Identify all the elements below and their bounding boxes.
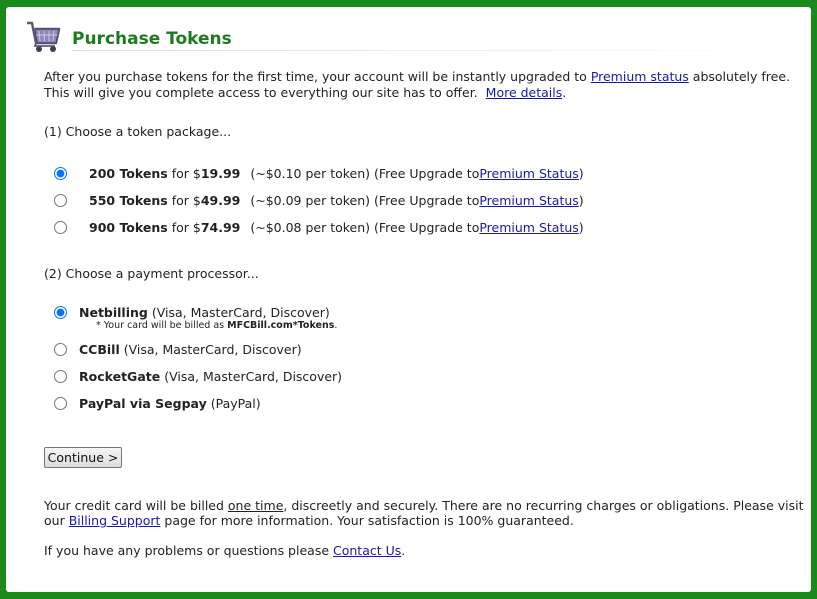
package-close: )	[578, 165, 584, 181]
billing-text: Your credit card will be billed	[44, 498, 228, 513]
processor-name: CCBill	[79, 341, 120, 357]
billing-text: , discreetly and securely. There are no …	[283, 498, 804, 513]
intro-line1-end: absolutely free.	[688, 69, 791, 84]
contact-end: .	[401, 543, 406, 558]
header: Purchase Tokens	[22, 15, 792, 55]
package-close: )	[578, 219, 584, 235]
processor-name: RocketGate	[79, 368, 161, 384]
processor-option-paypal[interactable]: PayPal via Segpay (PayPal)	[52, 393, 261, 413]
intro-line2-end: .	[562, 85, 567, 100]
processor-option-ccbill[interactable]: CCBill (Visa, MasterCard, Discover)	[52, 339, 302, 359]
package-price: 49.99	[200, 192, 241, 208]
premium-status-link[interactable]: Premium Status	[479, 220, 578, 235]
processor-radio-ccbill[interactable]	[54, 342, 67, 356]
package-price: 74.99	[200, 219, 241, 235]
premium-status-link[interactable]: Premium status	[591, 69, 689, 84]
intro-text: After you purchase tokens for the first …	[44, 69, 804, 101]
purchase-panel: Purchase Tokens After you purchase token…	[6, 7, 811, 592]
package-option-200[interactable]: 200 Tokens for $19.99 (~$0.10 per token) …	[52, 163, 584, 183]
package-radio-200[interactable]	[54, 166, 67, 180]
package-for: for $	[171, 192, 201, 208]
package-radio-900[interactable]	[54, 220, 67, 234]
netbilling-note: * Your card will be billed as MFCBill.co…	[96, 320, 337, 331]
processor-radio-netbilling[interactable]	[54, 305, 67, 319]
one-time-text: one time	[227, 498, 284, 513]
processor-name: Netbilling	[79, 304, 148, 320]
package-price: 19.99	[200, 165, 241, 181]
processor-cards: (Visa, MasterCard, Discover)	[151, 304, 330, 320]
intro-line2-text: This will give you complete access to ev…	[44, 85, 478, 100]
processor-name: PayPal via Segpay	[79, 395, 207, 411]
billing-text: page for more information. Your satisfac…	[160, 513, 574, 528]
package-radio-550[interactable]	[54, 193, 67, 207]
contact-text: If you have any problems or questions pl…	[44, 543, 804, 558]
package-amount: 900 Tokens	[89, 219, 168, 235]
page-title: Purchase Tokens	[72, 29, 232, 49]
premium-status-link[interactable]: Premium Status	[479, 166, 578, 181]
processor-cards: (Visa, MasterCard, Discover)	[123, 341, 302, 357]
contact-prefix: If you have any problems or questions pl…	[44, 543, 333, 558]
note-end: .	[334, 320, 338, 331]
billing-support-link[interactable]: Billing Support	[69, 513, 161, 528]
more-details-link[interactable]: More details	[486, 85, 563, 100]
package-close: )	[578, 192, 584, 208]
note-billing-name: MFCBill.com*Tokens	[227, 320, 335, 331]
processor-option-rocketgate[interactable]: RocketGate (Visa, MasterCard, Discover)	[52, 366, 342, 386]
contact-us-link[interactable]: Contact Us	[333, 543, 401, 558]
processor-radio-paypal[interactable]	[54, 396, 67, 410]
package-amount: 550 Tokens	[89, 192, 168, 208]
package-per-token: (~$0.10 per token) (Free Upgrade to	[250, 165, 480, 181]
package-per-token: (~$0.09 per token) (Free Upgrade to	[250, 192, 480, 208]
package-option-900[interactable]: 900 Tokens for $74.99 (~$0.08 per token) …	[52, 217, 584, 237]
processor-option-netbilling[interactable]: Netbilling (Visa, MasterCard, Discover)	[52, 302, 330, 322]
step2-label: (2) Choose a payment processor...	[44, 266, 259, 281]
processor-cards: (PayPal)	[210, 395, 261, 411]
package-amount: 200 Tokens	[89, 165, 168, 181]
header-divider	[72, 50, 792, 51]
processor-cards: (Visa, MasterCard, Discover)	[164, 368, 343, 384]
step1-label: (1) Choose a token package...	[44, 124, 232, 139]
premium-status-link[interactable]: Premium Status	[479, 193, 578, 208]
package-for: for $	[171, 219, 201, 235]
shopping-cart-icon	[27, 21, 61, 52]
intro-line1-text: After you purchase tokens for the first …	[44, 69, 591, 84]
continue-button[interactable]: Continue >	[44, 447, 122, 468]
billing-text: our	[44, 513, 69, 528]
note-text: * Your card will be billed as	[96, 320, 228, 331]
billing-info-text: Your credit card will be billed one time…	[44, 498, 804, 528]
package-option-550[interactable]: 550 Tokens for $49.99 (~$0.09 per token) …	[52, 190, 584, 210]
package-per-token: (~$0.08 per token) (Free Upgrade to	[250, 219, 480, 235]
processor-radio-rocketgate[interactable]	[54, 369, 67, 383]
package-for: for $	[171, 165, 201, 181]
